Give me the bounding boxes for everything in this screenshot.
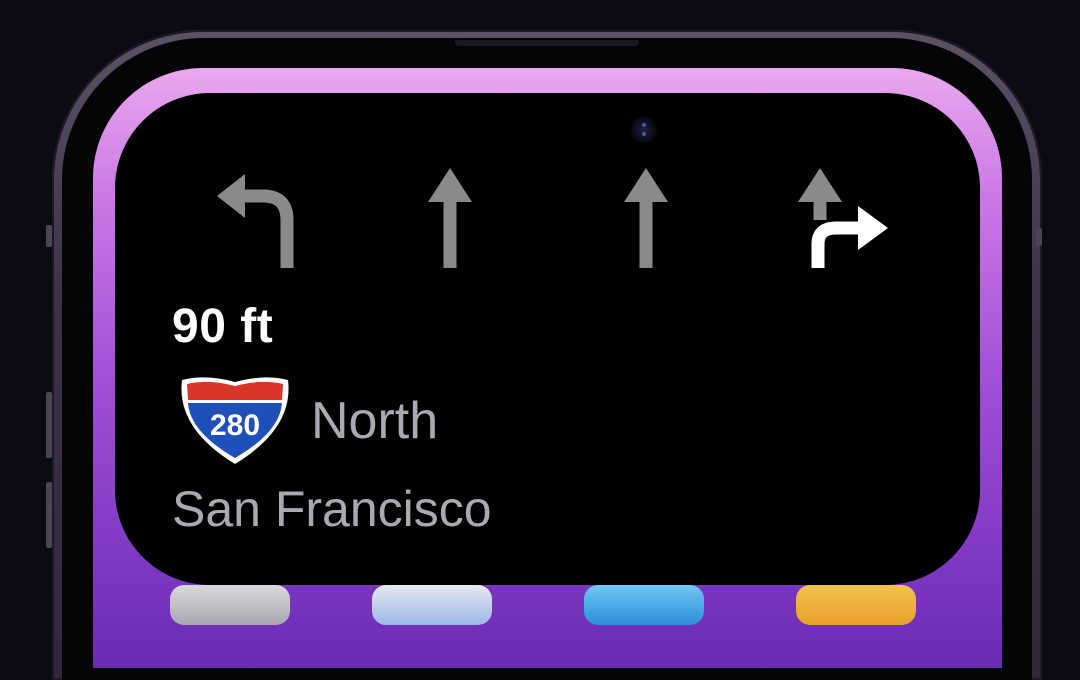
phone-volume-down-button	[46, 482, 52, 548]
phone-speaker-notch	[455, 40, 639, 46]
front-camera	[631, 117, 657, 143]
straight-right-arrow-icon	[798, 168, 888, 268]
destination-city: San Francisco	[172, 481, 492, 537]
lane-left-turn	[205, 160, 305, 280]
straight-arrow-icon	[624, 168, 668, 268]
turn-left-arrow-icon	[217, 174, 294, 268]
app-icon-peek[interactable]	[584, 585, 704, 625]
app-icon-peek[interactable]	[796, 585, 916, 625]
app-icon-peek[interactable]	[170, 585, 290, 625]
straight-arrow-icon	[428, 168, 472, 268]
phone-volume-up-button	[46, 392, 52, 458]
phone-power-button	[1036, 228, 1042, 246]
route-direction: North	[311, 392, 439, 450]
route-number: 280	[210, 409, 260, 442]
interstate-shield-icon: 280	[176, 374, 294, 466]
app-icon-peek[interactable]	[372, 585, 492, 625]
lane-straight-or-right	[790, 160, 900, 280]
lane-straight	[596, 160, 696, 280]
distance-to-turn: 90 ft	[172, 300, 274, 353]
lane-straight	[400, 160, 500, 280]
phone-side-button	[46, 225, 52, 247]
